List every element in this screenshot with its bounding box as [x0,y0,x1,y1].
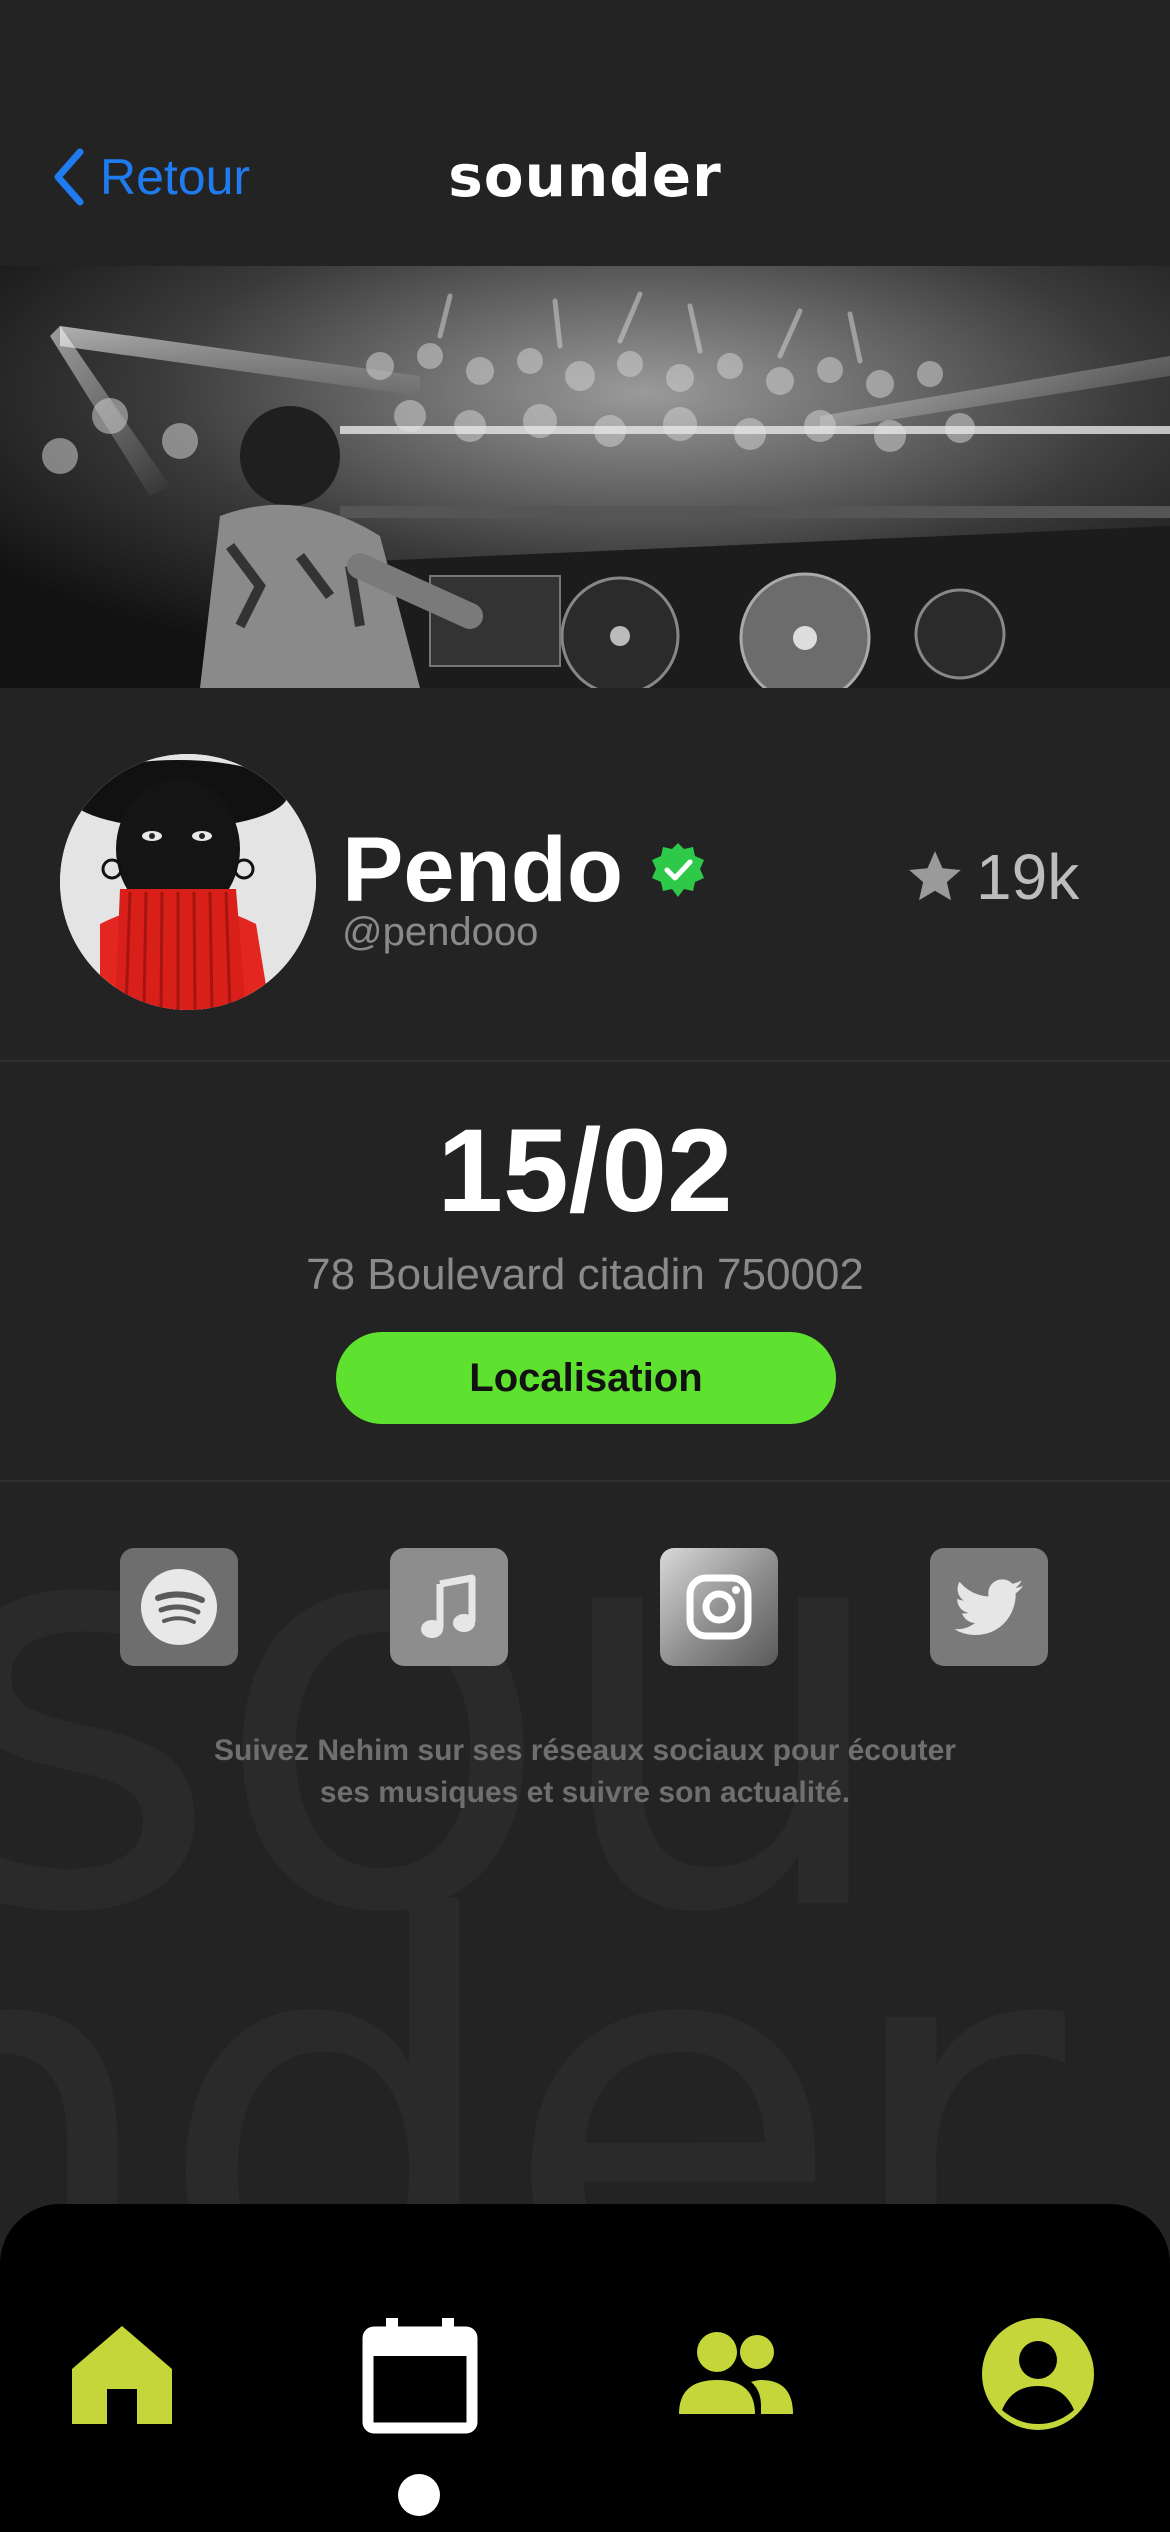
bottom-tab-bar [0,2204,1170,2532]
social-links [0,1548,1170,1666]
avatar[interactable] [60,754,316,1010]
tab-calendar[interactable] [350,2304,490,2444]
dj-crowd-photo [0,266,1170,688]
tab-home[interactable] [52,2304,192,2444]
artist-portrait [60,754,316,1010]
instagram-icon [686,1574,752,1640]
name-row: Pendo [342,824,707,916]
spotify-icon [141,1569,217,1645]
account-circle-icon [982,2318,1094,2430]
artist-profile: Pendo @pendooo 19k [0,688,1170,1062]
active-tab-indicator [398,2474,440,2516]
event-date: 15/02 [437,1105,733,1237]
verified-badge-icon [652,843,705,897]
header: Retour sounder [0,0,1170,266]
artist-handle: @pendooo [342,910,539,954]
hero-image [0,266,1170,688]
stars-count-badge: 19k [904,840,1079,914]
event-address: 78 Boulevard citadin 750002 [306,1250,864,1299]
tab-friends[interactable] [665,2304,805,2444]
localisation-button[interactable]: Localisation [336,1332,836,1424]
twitter-icon [954,1579,1024,1636]
tab-profile[interactable] [968,2304,1108,2444]
app-logo: sounder [448,142,722,210]
stars-count: 19k [976,841,1080,913]
music-note-icon [421,1574,476,1638]
home-icon [72,2326,172,2424]
instagram-button[interactable] [660,1548,778,1666]
twitter-button[interactable] [930,1548,1048,1666]
star-icon [909,851,961,901]
social-text-line-2: ses musiques et suivre son actualité. [319,1776,851,1809]
people-icon [679,2332,793,2414]
event-details: 15/02 78 Boulevard citadin 750002 Locali… [0,1062,1170,1482]
spotify-button[interactable] [120,1548,238,1666]
artist-name: Pendo [342,819,624,921]
social-text-line-1: Suivez Nehim sur ses réseaux sociaux pou… [214,1734,956,1767]
watermark-line-1: sou [0,1384,899,2036]
social-description: Suivez Nehim sur ses réseaux sociaux pou… [0,1730,1170,1814]
apple-music-button[interactable] [390,1548,508,1666]
calendar-icon [362,2318,478,2434]
